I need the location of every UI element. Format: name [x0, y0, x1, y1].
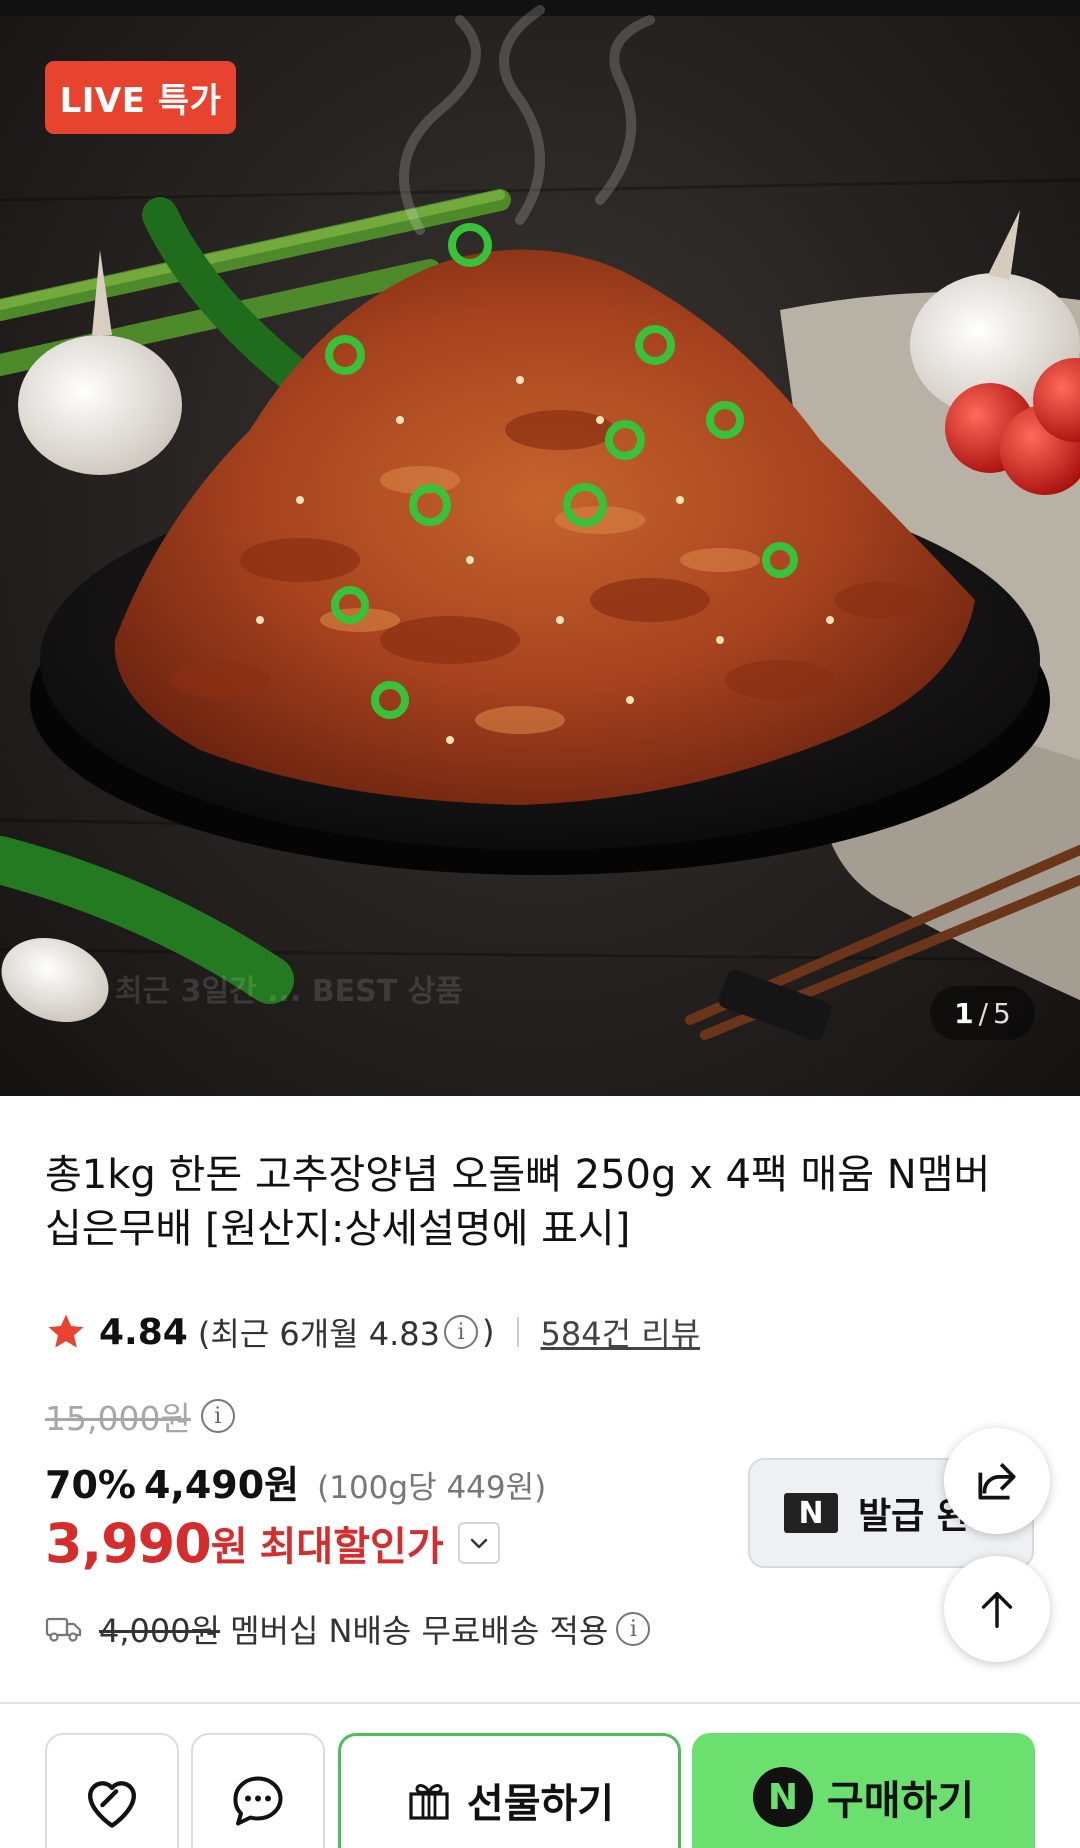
chevron-down-icon[interactable]	[457, 1522, 500, 1564]
live-deal-badge: LIVE 특가	[45, 61, 236, 134]
recent-rating-text: (최근 6개월 4.83	[197, 1315, 441, 1353]
image-counter-separator: /	[978, 996, 989, 1030]
rating-value: 4.84	[99, 1311, 188, 1353]
truck-icon	[45, 1617, 82, 1642]
info-icon[interactable]: i	[444, 1315, 479, 1349]
unit-price: (100g당 449원)	[317, 1470, 547, 1506]
star-icon	[48, 1314, 84, 1348]
max-discount-label: 최대할인가	[259, 1524, 444, 1570]
info-icon[interactable]: i	[200, 1399, 235, 1433]
naver-pay-logo: N	[752, 1767, 813, 1827]
info-icon[interactable]: i	[616, 1612, 651, 1646]
image-counter: 1 / 5	[930, 986, 1035, 1040]
shipping-row: 4,000원 멤버십 N배송 무료배송 적용 i	[45, 1604, 654, 1654]
chat-button[interactable]	[191, 1733, 325, 1848]
gift-button[interactable]: 선물하기	[338, 1733, 681, 1848]
divider	[516, 1317, 519, 1347]
image-counter-current: 1	[954, 996, 974, 1030]
buy-button[interactable]: N 구매하기	[692, 1733, 1035, 1848]
naver-membership-logo: N	[784, 1493, 838, 1533]
recent-rating-close: )	[482, 1313, 495, 1351]
max-discount-price: 3,990	[45, 1511, 212, 1575]
max-discount-row: 3,990 원 최대할인가	[45, 1510, 500, 1576]
recent-rating: (최근 6개월 4.83 i )	[198, 1309, 495, 1355]
discount-percent: 70%	[45, 1463, 136, 1507]
share-icon	[978, 1463, 1016, 1500]
image-counter-total: 5	[993, 996, 1011, 1030]
max-discount-price-unit: 원	[210, 1524, 248, 1570]
original-shipping-fee: 4,000원	[99, 1612, 221, 1650]
chat-icon	[233, 1776, 283, 1826]
review-count-link[interactable]: 584건 리뷰	[541, 1309, 701, 1355]
product-photo	[0, 5, 1080, 1041]
wishlist-button[interactable]	[45, 1733, 179, 1848]
sale-price: 4,490원	[143, 1463, 300, 1507]
section-divider	[0, 1702, 1080, 1704]
share-button[interactable]	[944, 1428, 1050, 1534]
gift-button-label: 선물하기	[466, 1781, 615, 1827]
arrow-up-icon	[981, 1591, 1013, 1628]
original-price-row: 15,000원 i	[45, 1392, 239, 1440]
rating-row: 4.84 (최근 6개월 4.83 i ) 584건 리뷰	[45, 1308, 700, 1356]
scroll-top-button[interactable]	[944, 1556, 1050, 1662]
sale-price-row: 70% 4,490원 (100g당 449원)	[45, 1454, 547, 1507]
gift-icon	[409, 1784, 449, 1820]
buy-button-label: 구매하기	[826, 1778, 975, 1824]
shipping-text: 멤버십 N배송 무료배송 적용	[230, 1612, 609, 1650]
product-title: 총1kg 한돈 고추장양념 오돌뼈 250g x 4팩 매움 N맴버십은무배 […	[45, 1152, 991, 1252]
original-price: 15,000원	[45, 1399, 191, 1438]
image-watermark-text: 최근 3일간 ... BEST 상품	[115, 974, 463, 1009]
product-image-carousel[interactable]: LIVE 특가 최근 3일간 ... BEST 상품 1 / 5	[0, 0, 1080, 1096]
heart-icon	[87, 1781, 136, 1828]
